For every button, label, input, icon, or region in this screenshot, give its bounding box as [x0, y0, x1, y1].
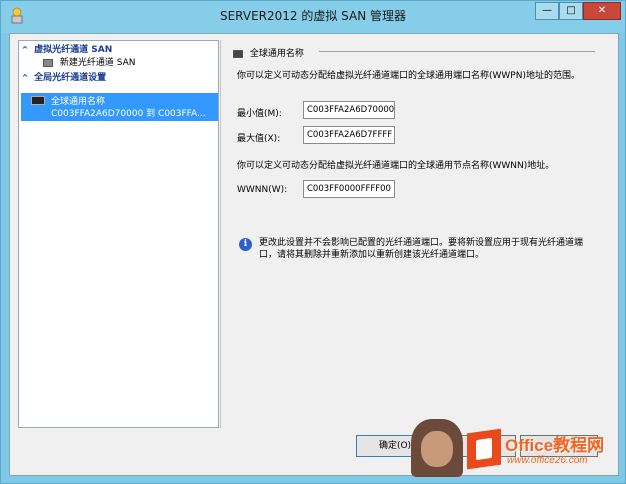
window-title: SERVER2012 的虚拟 SAN 管理器 — [219, 9, 407, 23]
min-label: 最小值(M): — [237, 109, 282, 119]
max-wwpn-input[interactable]: C003FFA2A6D7FFFF — [303, 126, 395, 144]
wwnn-label: WWNN(W): — [237, 185, 288, 195]
wwn-icon — [31, 96, 45, 105]
info-icon: i — [239, 238, 252, 251]
title-bar[interactable]: SERVER2012 的虚拟 SAN 管理器 — □ ✕ — [1, 1, 625, 33]
watermark-url: www.office26.com — [507, 455, 588, 466]
person-photo-icon — [411, 419, 463, 477]
section-heading: 全球通用名称 — [233, 46, 304, 59]
max-label: 最大值(X): — [237, 134, 281, 144]
wwpn-description: 你可以定义可动态分配给虚拟光纤通道端口的全球通用端口名称(WWPN)地址的范围。 — [237, 71, 580, 81]
section-title-text: 全球通用名称 — [249, 49, 304, 59]
close-button[interactable]: ✕ — [583, 2, 621, 20]
tree-group-virtual-fc-san[interactable]: ^ 虚拟光纤通道 SAN — [19, 43, 113, 56]
wwnn-description: 你可以定义可动态分配给虚拟光纤通道端口的全球通用节点名称(WWNN)地址。 — [237, 161, 555, 171]
navigation-tree: ^ 虚拟光纤通道 SAN 新建光纤通道 SAN ^ 全局光纤通道设置 全球通用名… — [18, 40, 219, 428]
tree-item-new-fc-san[interactable]: 新建光纤通道 SAN — [19, 57, 136, 70]
san-icon — [43, 58, 53, 67]
site-watermark: Office教程网 www.office26.com — [411, 415, 625, 481]
maximize-button[interactable]: □ — [559, 2, 583, 20]
wwnn-input[interactable]: C003FF0000FFFF00 — [303, 180, 395, 198]
info-message: 更改此设置并不会影响已配置的光纤通道端口。要将新设置应用于现有光纤通道端口，请将… — [259, 238, 584, 260]
dialog-window: SERVER2012 的虚拟 SAN 管理器 — □ ✕ ^ 虚拟光纤通道 SA… — [0, 0, 626, 484]
min-wwpn-input[interactable]: C003FFA2A6D70000 — [303, 101, 395, 119]
dialog-client-area: ^ 虚拟光纤通道 SAN 新建光纤通道 SAN ^ 全局光纤通道设置 全球通用名… — [9, 33, 619, 476]
tree-item-label: 新建光纤通道 SAN — [59, 58, 136, 68]
details-pane: 全球通用名称 你可以定义可动态分配给虚拟光纤通道端口的全球通用端口名称(WWPN… — [220, 40, 612, 428]
section-divider — [319, 51, 595, 52]
watermark-brand: Office教程网 — [505, 436, 605, 455]
collapse-chevron-icon[interactable]: ^ — [19, 43, 31, 56]
collapse-chevron-icon[interactable]: ^ — [19, 71, 31, 84]
tree-group-label: 全局光纤通道设置 — [34, 73, 107, 83]
wwn-icon — [233, 49, 243, 58]
office-logo-icon — [467, 428, 501, 470]
minimize-button[interactable]: — — [535, 2, 559, 20]
tree-item-world-wide-names[interactable]: 全球通用名称 C003FFA2A6D70000 到 C003FFA... — [21, 93, 218, 121]
tree-item-sublabel: C003FFA2A6D70000 到 C003FFA... — [51, 109, 206, 119]
tree-group-label: 虚拟光纤通道 SAN — [34, 45, 113, 55]
tree-group-global-fc-settings[interactable]: ^ 全局光纤通道设置 — [19, 71, 107, 84]
